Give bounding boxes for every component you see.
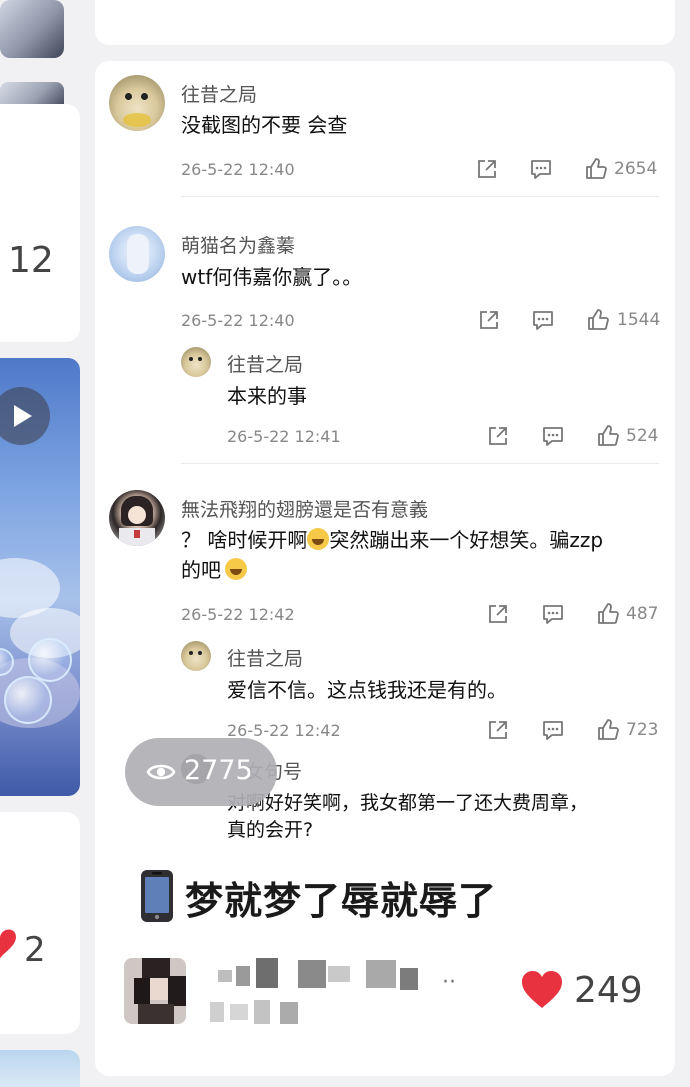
reply-time: 26-5-22 12:41	[227, 427, 341, 446]
comment-author[interactable]: 萌猫名为鑫蓁	[181, 231, 295, 258]
like-count: 1544	[617, 310, 661, 330]
comment-text: 没截图的不要 会查	[181, 113, 348, 137]
post-title[interactable]: 梦就梦了辱就辱了	[185, 870, 497, 925]
author-name-pixelated[interactable]: ··	[210, 958, 478, 1028]
comment-icon[interactable]	[541, 719, 565, 741]
thumbs-up-icon[interactable]	[596, 718, 620, 742]
heart-icon[interactable]	[0, 927, 18, 965]
avatar[interactable]	[109, 490, 165, 546]
comment-author[interactable]: 無法飛翔的翅膀還是否有意義	[181, 495, 428, 522]
comment-text-line2: 的吧	[181, 555, 247, 585]
divider	[181, 196, 659, 197]
comment-text: wtf何伟嘉你赢了。。	[181, 265, 363, 289]
comment-text-part: 突然蹦出来一个好想笑。骗zzp	[329, 528, 604, 552]
thumbs-up-icon[interactable]	[596, 424, 620, 448]
left-post-card[interactable]: 12	[0, 104, 80, 342]
left-thumbnail-second[interactable]	[0, 82, 64, 104]
reply-text: 本来的事	[227, 384, 307, 408]
comment-text-part: 的吧	[181, 558, 221, 582]
post-like-count: 249	[574, 970, 643, 1011]
thumbs-up-icon[interactable]	[584, 157, 608, 181]
comment-icon[interactable]	[529, 158, 553, 180]
reply-author[interactable]: 往昔之局	[227, 350, 303, 377]
left-like-count: 2	[24, 930, 46, 970]
comment-time: 26-5-22 12:42	[181, 605, 295, 624]
thumbs-up-icon[interactable]	[596, 602, 620, 626]
left-post-count: 12	[8, 240, 54, 281]
comment-icon[interactable]	[541, 603, 565, 625]
avatar[interactable]	[181, 641, 211, 671]
left-thumbnail-top[interactable]	[0, 0, 64, 58]
comment-icon[interactable]	[531, 309, 555, 331]
share-icon[interactable]	[487, 603, 509, 625]
like-count: 2654	[614, 159, 658, 179]
share-icon[interactable]	[476, 158, 498, 180]
comment-text-line1: ？ 啥时候开啊 突然蹦出来一个好想笑。骗zzp	[181, 525, 603, 555]
share-icon[interactable]	[487, 425, 509, 447]
divider	[181, 463, 659, 464]
avatar[interactable]	[181, 347, 211, 377]
previous-card-bottom	[95, 0, 675, 45]
comment-icon[interactable]	[541, 425, 565, 447]
like-count: 723	[626, 720, 659, 740]
share-icon[interactable]	[478, 309, 500, 331]
laughing-emoji-icon	[225, 558, 247, 580]
thumbs-up-icon[interactable]	[586, 308, 610, 332]
left-post-card-2[interactable]: 2	[0, 812, 80, 1034]
reply-text-line2: 真的会开?	[227, 819, 314, 841]
avatar[interactable]	[109, 75, 165, 131]
author-avatar[interactable]	[124, 958, 186, 1024]
play-icon	[14, 405, 32, 427]
reply-text-line1: 对啊好好笑啊，我女都第一了还大费周章，	[227, 792, 589, 814]
phone-icon	[137, 868, 177, 928]
heart-icon[interactable]	[520, 970, 564, 1014]
comment-author[interactable]: 往昔之局	[181, 80, 257, 107]
views-count: 2775	[184, 755, 253, 786]
left-thumbnail-bottom[interactable]	[0, 1050, 80, 1087]
avatar[interactable]	[109, 226, 165, 282]
reply-text: 爱信不信。这点钱我还是有的。	[227, 678, 507, 702]
comment-text-part: ？ 啥时候开啊	[181, 528, 308, 552]
comment-time: 26-5-22 12:40	[181, 160, 295, 179]
eye-icon	[146, 761, 176, 787]
like-count: 487	[626, 604, 659, 624]
laughing-emoji-icon	[307, 528, 330, 550]
like-count: 524	[626, 426, 659, 446]
reply-author[interactable]: 往昔之局	[227, 644, 303, 671]
share-icon[interactable]	[487, 719, 509, 741]
comment-time: 26-5-22 12:40	[181, 311, 295, 330]
